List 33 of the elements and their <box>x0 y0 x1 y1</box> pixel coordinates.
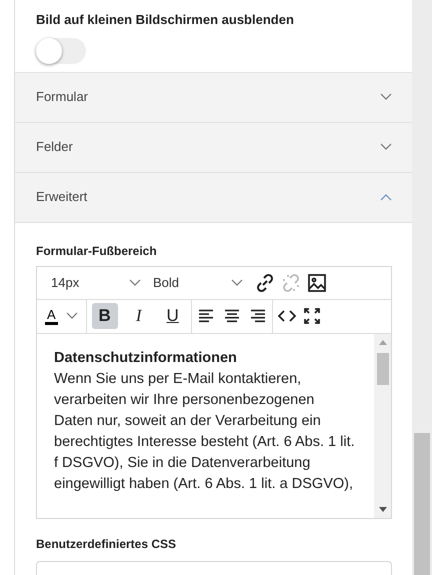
caret-icon <box>231 278 243 286</box>
accordion-header[interactable]: Felder <box>15 122 412 172</box>
italic-button[interactable]: I <box>126 303 152 329</box>
scroll-down-icon[interactable] <box>378 506 386 512</box>
toggle-switch[interactable] <box>36 38 86 64</box>
scroll-thumb[interactable] <box>376 352 388 384</box>
chevron-icon <box>380 143 392 151</box>
accordion-header[interactable]: Erweitert <box>15 172 412 222</box>
underline-button[interactable]: U <box>160 303 186 329</box>
editor-paragraph: Wenn Sie uns per E-Mail kontaktieren, verarbeiten wir Ihre personenbezogenen Daten nur, soweit an der Verarbeitung ein berechtigtes Interesse besteht (Art. 6 Abs. 1 lit. f DSGVO), Sie in die Datenverarbeitung eingewilligt haben (Art. 6 Abs. 1 lit. a DSGVO), <box>54 370 355 494</box>
caret-icon <box>66 312 78 320</box>
dropdown-select[interactable]: Bold <box>153 272 249 292</box>
toggle-label: Bild auf kleinen Bildschirmen ausblenden <box>36 11 295 29</box>
align-center-icon[interactable] <box>222 309 241 323</box>
field-label: Formular-Fußbereich <box>36 242 158 260</box>
editor-heading: Datenschutzinformationen <box>54 348 238 368</box>
chevron-icon <box>380 93 392 101</box>
align-left-icon[interactable] <box>196 309 215 323</box>
scrollbar[interactable] <box>412 0 432 575</box>
caret-icon <box>129 278 141 286</box>
text-color-button[interactable]: A <box>42 308 81 324</box>
field-label: Benutzerdefiniertes CSS <box>36 536 178 552</box>
scrollbar[interactable] <box>374 334 391 518</box>
align-right-icon[interactable] <box>248 309 267 323</box>
chevron-icon <box>380 193 392 201</box>
dropdown-select[interactable]: 14px <box>51 272 147 292</box>
image-icon[interactable] <box>307 272 327 292</box>
scroll-thumb[interactable] <box>414 433 430 575</box>
link-icon[interactable] <box>255 272 275 292</box>
bold-button[interactable]: B <box>92 303 118 329</box>
fullscreen-icon[interactable] <box>304 308 320 324</box>
accordion-header[interactable]: Formular <box>15 72 412 122</box>
code-icon[interactable] <box>278 310 296 322</box>
